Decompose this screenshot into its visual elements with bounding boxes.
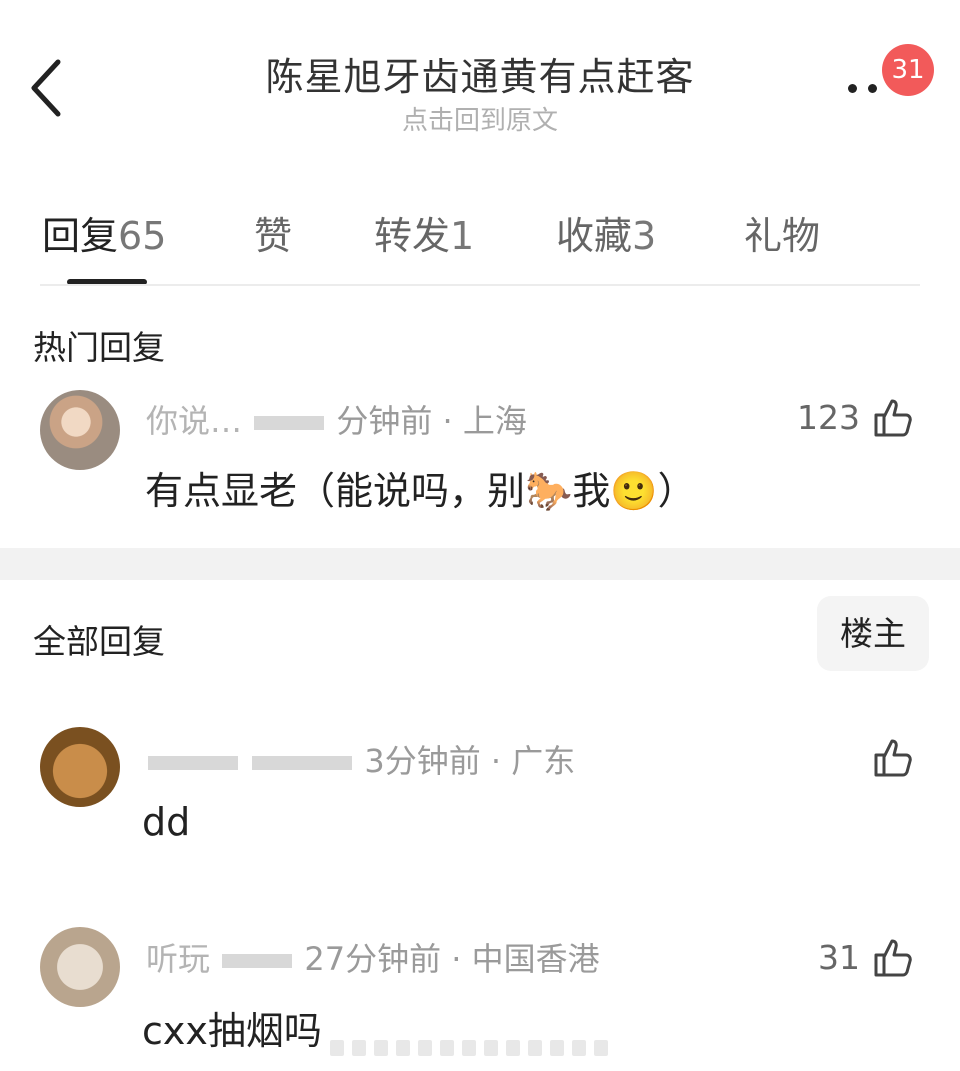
- all-replies-title: 全部回复: [33, 622, 165, 661]
- tab-likes[interactable]: 赞: [254, 205, 292, 260]
- username[interactable]: 你说…: [146, 402, 242, 440]
- comment-text: cxx抽烟吗: [142, 1009, 322, 1053]
- username[interactable]: 听玩: [146, 940, 210, 978]
- tabs-divider: [40, 284, 920, 286]
- hot-replies-title: 热门回复: [33, 328, 165, 367]
- tab-replies[interactable]: 回复65: [42, 205, 166, 260]
- like-button[interactable]: [860, 732, 916, 782]
- tab-favorites[interactable]: 收藏3: [556, 205, 656, 260]
- owner-filter-button[interactable]: 楼主: [817, 596, 929, 671]
- thumbs-up-icon: [874, 739, 912, 777]
- time-location: 27分钟前 · 中国香港: [304, 940, 600, 978]
- tab-reposts[interactable]: 转发1: [374, 205, 474, 260]
- like-count: 31: [818, 937, 860, 977]
- comment-meta: 听玩 27分钟前 · 中国香港: [146, 934, 600, 980]
- comment-meta: 你说… 分钟前 · 上海: [146, 396, 527, 442]
- thumbs-up-icon: [874, 939, 912, 977]
- thumbs-up-icon: [874, 399, 912, 437]
- comment-text: dd: [142, 800, 191, 844]
- back-to-original-link[interactable]: 点击回到原文: [0, 100, 960, 137]
- section-separator: [0, 548, 960, 580]
- avatar[interactable]: [40, 390, 120, 470]
- tab-gifts[interactable]: 礼物: [744, 205, 820, 260]
- avatar[interactable]: [40, 727, 120, 807]
- time-location: 分钟前 · 上海: [336, 402, 527, 440]
- like-button[interactable]: 31: [818, 932, 916, 982]
- page-title: 陈星旭牙齿通黄有点赶客: [265, 55, 695, 99]
- like-button[interactable]: 123: [797, 392, 916, 442]
- comment-text: 有点显老（能说吗，别🐎我🙂）: [145, 469, 696, 513]
- more-button[interactable]: [840, 70, 880, 106]
- more-dots-icon: [848, 84, 857, 93]
- comment-meta: 3分钟前 · 广东: [146, 736, 575, 782]
- watermark: [330, 1036, 620, 1060]
- like-count: 123: [797, 397, 860, 437]
- time-location: 3分钟前 · 广东: [364, 742, 576, 780]
- avatar[interactable]: [40, 927, 120, 1007]
- notification-badge: 31: [882, 44, 934, 96]
